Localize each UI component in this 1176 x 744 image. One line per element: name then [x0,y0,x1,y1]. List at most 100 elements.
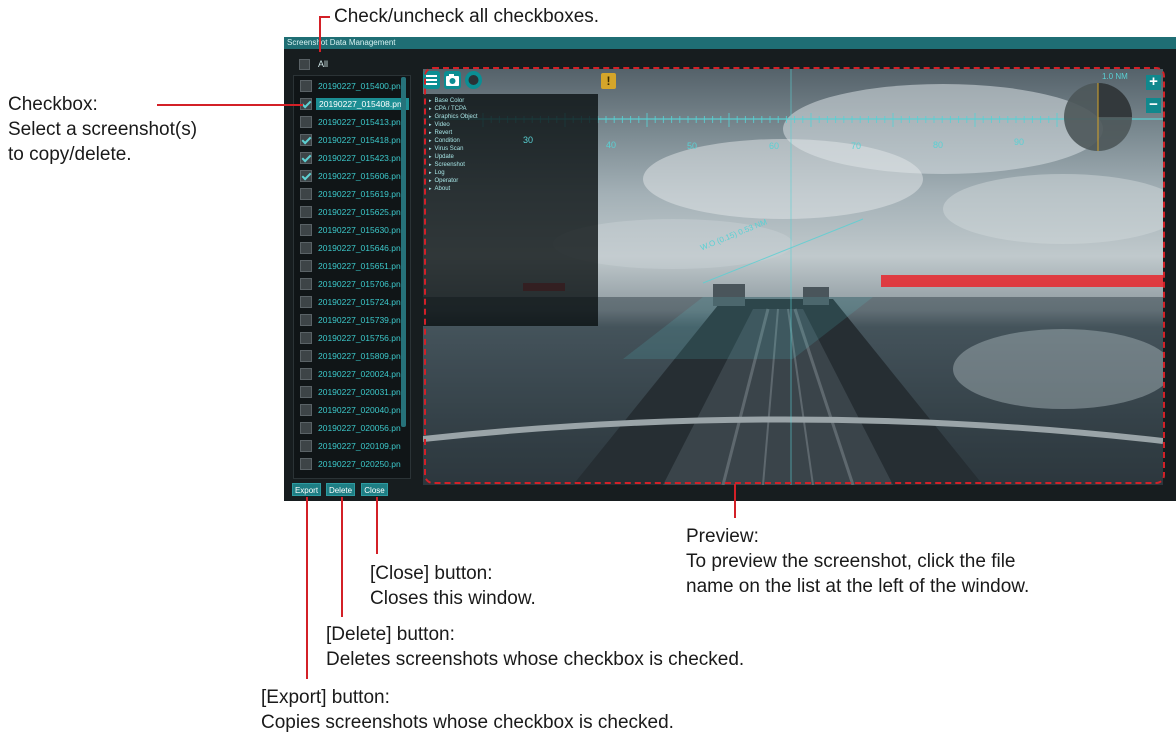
file-checkbox[interactable] [300,458,312,470]
scrollbar-thumb[interactable] [401,77,406,427]
file-name[interactable]: 20190227_015400.png [318,81,405,91]
file-list-item[interactable]: 20190227_020040.png [294,402,406,418]
camera-icon[interactable] [444,71,461,89]
file-list-item[interactable]: 20190227_015724.png [294,294,406,310]
file-list-item[interactable]: 20190227_015756.png [294,330,406,346]
file-name[interactable]: 20190227_015724.png [318,297,405,307]
zoom-out-button[interactable]: − [1146,97,1161,113]
file-checkbox[interactable] [300,386,312,398]
file-list-item[interactable]: 20190227_015739.png [294,312,406,328]
file-list-item[interactable]: 20190227_020024.png [294,366,406,382]
file-checkbox[interactable] [300,404,312,416]
file-list-item[interactable]: 20190227_015423.png [294,150,406,166]
settings-menu-item[interactable]: Update [429,154,454,160]
file-checkbox[interactable] [300,206,312,218]
file-name[interactable]: 20190227_015423.png [318,153,405,163]
file-name[interactable]: 20190227_015619.png [318,189,405,199]
file-name[interactable]: 20190227_020250.png [318,459,405,469]
file-checkbox[interactable] [300,116,312,128]
file-list-scrollbar[interactable] [401,77,406,477]
file-checkbox[interactable] [300,314,312,326]
file-name[interactable]: 20190227_015706.png [318,279,405,289]
file-checkbox[interactable] [300,422,312,434]
scale-label-30: 30 [523,135,534,145]
file-checkbox[interactable] [300,332,312,344]
file-name[interactable]: 20190227_015630.png [318,225,405,235]
file-list-item[interactable]: 20190227_015606.png [294,168,406,184]
file-checkbox[interactable] [300,350,312,362]
file-checkbox[interactable] [300,440,312,452]
file-list-item[interactable]: 20190227_015619.png [294,186,406,202]
file-name[interactable]: 20190227_015739.png [318,315,405,325]
file-list-item[interactable]: 20190227_015408.png [294,96,410,112]
file-name[interactable]: 20190227_015413.png [318,117,405,127]
file-name[interactable]: 20190227_015651.png [318,261,405,271]
settings-menu-item[interactable]: Operator [429,178,459,184]
file-name[interactable]: 20190227_015625.png [318,207,405,217]
file-list-item[interactable]: 20190227_015413.png [294,114,406,130]
file-name[interactable]: 20190227_015408.png [316,98,410,110]
settings-menu-item[interactable]: Screenshot [429,162,465,168]
callout-export-line-2: Copies screenshots whose checkbox is che… [261,712,674,733]
settings-menu-item[interactable]: Video [429,122,450,128]
callout-checkbox-line-2: Select a screenshot(s) [8,119,198,140]
file-list-item[interactable]: 20190227_015625.png [294,204,406,220]
all-checkbox[interactable] [299,59,310,70]
file-checkbox[interactable] [300,368,312,380]
settings-menu-item[interactable]: CPA / TCPA [429,106,467,112]
window-title: Screenshot Data Management [287,38,396,47]
file-checkbox[interactable] [300,224,312,236]
settings-menu-item[interactable]: About [429,186,451,192]
file-list-item[interactable]: 20190227_015706.png [294,276,406,292]
file-list-item[interactable]: 20190227_015646.png [294,240,406,256]
file-name[interactable]: 20190227_020109.png [318,441,405,451]
file-list-item[interactable]: 20190227_015651.png [294,258,406,274]
settings-menu-item[interactable]: Condition [429,138,460,144]
menu-icon[interactable] [423,71,440,89]
file-checkbox[interactable] [300,296,312,308]
file-list-item[interactable]: 20190227_015400.png [294,78,406,94]
zoom-in-button[interactable]: + [1146,74,1161,90]
file-name[interactable]: 20190227_020040.png [318,405,405,415]
warning-icon[interactable]: ! [601,73,616,89]
file-checkbox[interactable] [300,170,312,182]
file-name[interactable]: 20190227_020024.png [318,369,405,379]
file-list-item[interactable]: 20190227_020031.png [294,384,406,400]
settings-menu-item[interactable]: Revert [429,130,453,136]
file-name[interactable]: 20190227_015809.png [318,351,405,361]
scale-label-50: 50 [687,141,698,151]
callout-delete-line-1: [Delete] button: [326,624,455,645]
close-button[interactable]: Close [361,483,388,496]
file-checkbox[interactable] [300,260,312,272]
file-list-item[interactable]: 20190227_015809.png [294,348,406,364]
settings-menu-item[interactable]: Virus Scan [429,146,464,152]
settings-menu-item[interactable]: Log [429,170,445,176]
file-name[interactable]: 20190227_015756.png [318,333,405,343]
file-list-item[interactable]: 20190227_020109.png [294,438,406,454]
file-name[interactable]: 20190227_020031.png [318,387,405,397]
file-checkbox[interactable] [300,152,312,164]
export-button[interactable]: Export [292,483,321,496]
file-list-item[interactable]: 20190227_020250.png [294,456,406,472]
file-checkbox[interactable] [300,134,312,146]
settings-menu-item[interactable]: Graphics Object [429,114,478,120]
callout-line-checkbox [157,104,303,106]
file-checkbox[interactable] [300,278,312,290]
file-name[interactable]: 20190227_015606.png [318,171,405,181]
file-checkbox[interactable] [300,242,312,254]
file-name[interactable]: 20190227_015418.png [318,135,405,145]
callout-preview: Preview: To preview the screenshot, clic… [686,524,1029,599]
file-name[interactable]: 20190227_015646.png [318,243,405,253]
delete-button[interactable]: Delete [326,483,355,496]
settings-menu-item[interactable]: Base Color [429,98,465,104]
file-checkbox[interactable] [300,188,312,200]
preview-pane[interactable]: ! Base Color CPA / TCPA Graphics Object Vid… [423,69,1163,485]
title-bar: Screenshot Data Management [284,37,1176,49]
file-list-item[interactable]: 20190227_015630.png [294,222,406,238]
file-checkbox[interactable] [300,80,312,92]
file-list-item[interactable]: 20190227_015418.png [294,132,406,148]
file-list-item[interactable]: 20190227_020056.png [294,420,406,436]
file-name[interactable]: 20190227_020056.png [318,423,405,433]
callout-close: [Close] button: Closes this window. [370,561,536,611]
record-icon[interactable] [465,71,482,89]
